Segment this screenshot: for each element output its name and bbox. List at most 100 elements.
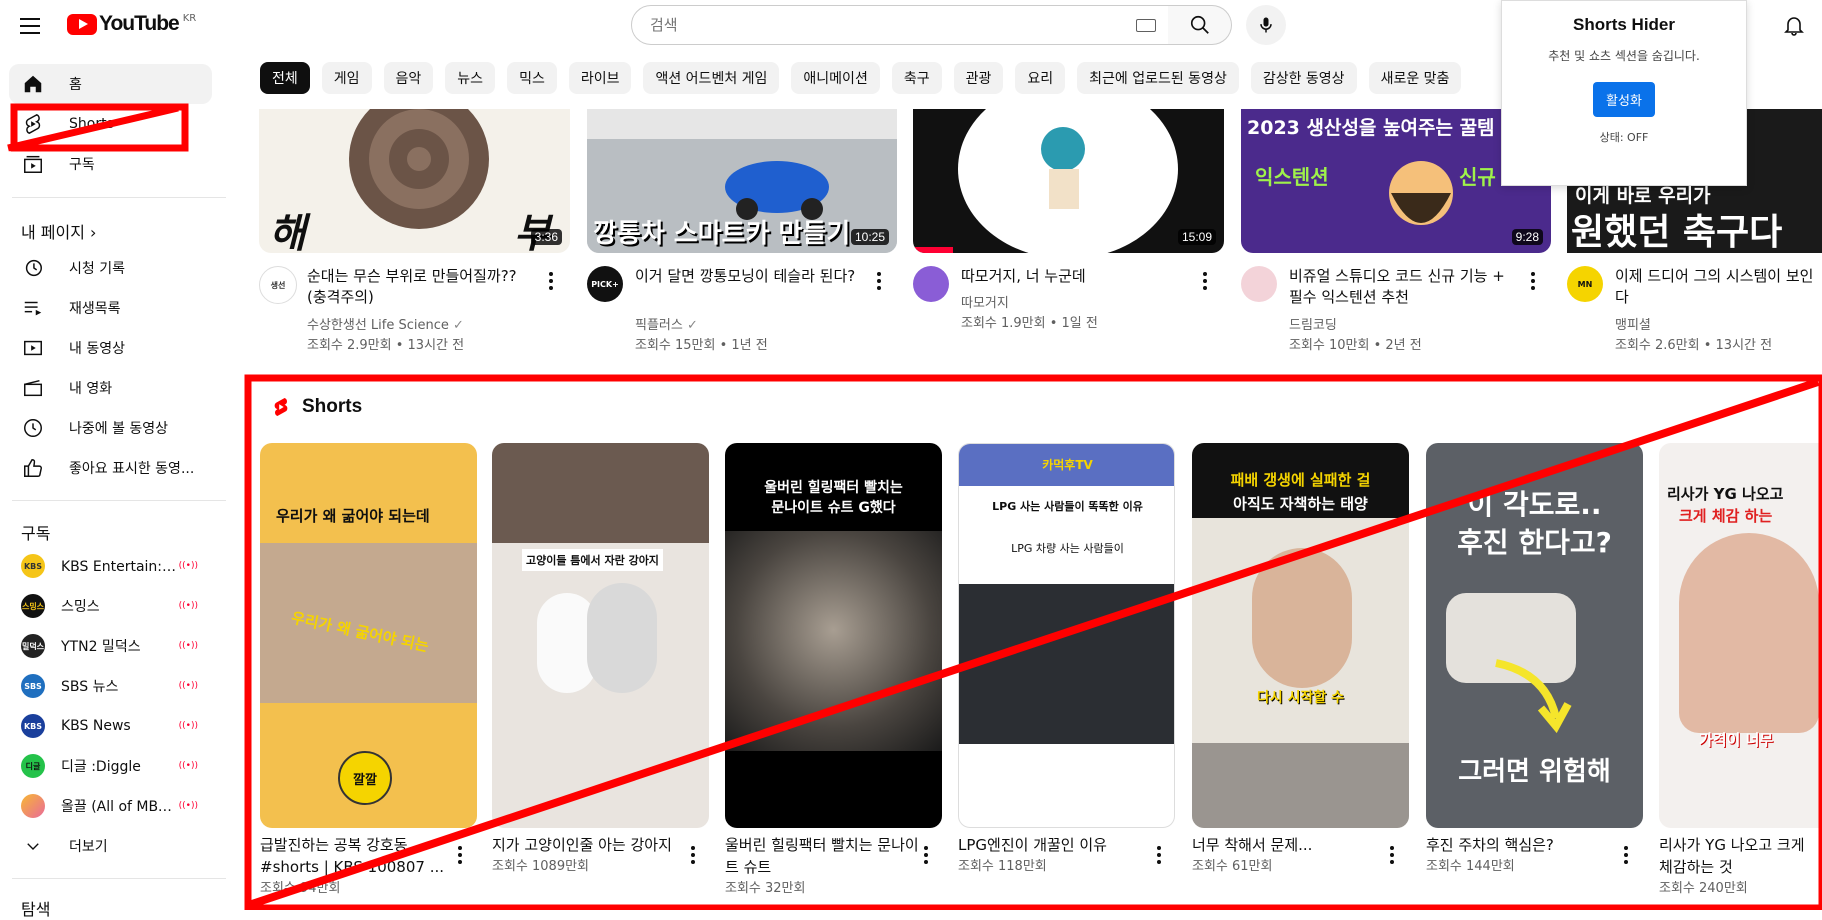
short-info[interactable]: LPG엔진이 개꿀인 이유 조회수 118만회 [958,834,1158,878]
popup-status: 상태: OFF [1599,131,1649,144]
chip[interactable]: 요리 [1015,62,1066,94]
more-options-icon[interactable] [1531,272,1535,290]
chip[interactable]: 라이브 [568,62,632,94]
subscription-item[interactable]: 올끌 (All of MBCI... ((•)) [9,786,212,826]
video-thumbnail[interactable]: 15:09 [913,109,1224,253]
chip[interactable]: 새로운 맞춤 [1368,62,1462,94]
sidebar-item-history[interactable]: 시청 기록 [9,248,212,288]
chip[interactable]: 액션 어드벤처 게임 [643,62,780,94]
video-title[interactable]: 따모거지, 너 누군데 [961,266,1191,287]
more-options-icon[interactable] [691,846,695,864]
sidebar-item-watch-later[interactable]: 나중에 볼 동영상 [9,408,212,448]
show-more-button[interactable]: 더보기 [9,826,212,866]
video-title[interactable]: 순대는 무슨 부위로 만들어질까?? (충격주의) [307,266,537,308]
subscription-item[interactable]: SBS SBS 뉴스 ((•)) [9,666,212,706]
short-thumbnail[interactable]: 패배 갱생에 실패한 걸 아직도 자책하는 태양 다시 시작할 수 [1192,443,1409,828]
mic-icon [1260,17,1272,33]
notifications-bell-icon[interactable] [1782,13,1806,37]
chip[interactable]: 관광 [953,62,1004,94]
video-thumbnail[interactable]: 깡통차 스마트카 만들기 10:25 [587,109,897,253]
video-title[interactable]: 이거 달면 깡통모닝이 테슬라 된다? [635,266,865,287]
short-info[interactable]: 급발진하는 공복 강호동 #shorts | KBS 100807 ... 조회… [260,834,460,900]
short-caption: 카먹후TV [1042,458,1093,472]
short-info[interactable]: 후진 주차의 핵심은? 조회수 144만회 [1426,834,1626,878]
video-thumbnail[interactable]: 해 부 3:36 [259,109,570,253]
menu-icon[interactable] [20,14,44,38]
thumbnail-text: 신규 [1459,165,1496,189]
popup-description: 추천 및 쇼츠 섹션을 숨깁니다. [1548,49,1700,63]
sidebar-item-playlists[interactable]: 재생목록 [9,288,212,328]
sidebar-item-my-videos[interactable]: 내 동영상 [9,328,212,368]
video-title[interactable]: 비쥬얼 스튜디오 코드 신규 기능 + 필수 익스텐션 추천 [1289,266,1519,308]
subscription-item[interactable]: KBS KBS Entertain: 깔... ((•)) [9,546,212,586]
more-options-icon[interactable] [1203,272,1207,290]
sidebar-item-my-movies[interactable]: 내 영화 [9,368,212,408]
channel-avatar[interactable]: 생선 [259,266,297,304]
short-thumbnail[interactable]: 울버린 힐링팩터 빨치는 문나이트 슈트 G했다 [725,443,942,828]
short-caption: 후진 한다고? [1457,526,1612,559]
live-icon: ((•)) [178,561,198,571]
short-thumbnail[interactable]: 우리가 왜 굶어야 되는데 우리가 왜 굶어야 되는 깔깔 [260,443,477,828]
live-icon: ((•)) [178,601,198,611]
channel-avatar [21,794,45,818]
video-duration: 3:36 [530,229,562,245]
short-thumbnail[interactable]: 카먹후TV LPG 사는 사람들이 똑똑한 이유 LPG 차량 사는 사람들이 [958,443,1175,828]
video-title[interactable]: 이제 드디어 그의 시스템이 보인다 [1615,266,1822,308]
search-box[interactable] [631,5,1169,45]
channel-name[interactable]: 따모거지 [961,292,1009,311]
more-options-icon[interactable] [1624,846,1628,864]
subscription-name: KBS News [61,718,131,734]
chip[interactable]: 감상한 동영상 [1250,62,1357,94]
chip[interactable]: 축구 [891,62,942,94]
my-page-heading[interactable]: 내 페이지 › [21,219,96,243]
subscription-item[interactable]: 디글 디글 :Diggle ((•)) [9,746,212,786]
chip[interactable]: 애니메이션 [791,62,880,94]
chip[interactable]: 믹스 [507,62,557,94]
more-options-icon[interactable] [458,846,462,864]
subscription-item[interactable]: 밀덕스 YTN2 밀덕스 ((•)) [9,626,212,666]
more-options-icon[interactable] [1157,846,1161,864]
thumbnail-image [725,531,942,751]
more-options-icon[interactable] [549,272,553,290]
short-info[interactable]: 리사가 YG 나오고 크게 체감하는 것 조회수 240만회 [1659,834,1822,900]
video-channel[interactable]: 픽플러스 ✓ [635,314,698,333]
chip[interactable]: 음악 [383,62,434,94]
sidebar-item-shorts[interactable]: Shorts [9,104,212,144]
more-options-icon[interactable] [1390,846,1394,864]
sidebar-item-subscriptions[interactable]: 구독 [9,144,212,184]
verified-icon: ✓ [453,318,464,333]
short-info[interactable]: 너무 착해서 문제... 조회수 61만회 [1192,834,1392,878]
thumbnail-image [1252,548,1352,688]
channel-avatar[interactable] [1241,266,1277,302]
chip[interactable]: 뉴스 [445,62,496,94]
activate-button[interactable]: 활성화 [1593,82,1655,117]
more-options-icon[interactable] [877,272,881,290]
sidebar-item-liked-videos[interactable]: 좋아요 표시한 동영... [9,448,212,488]
keyboard-icon[interactable] [1136,19,1156,32]
chip[interactable]: 게임 [321,62,372,94]
clock-icon [21,416,45,440]
more-options-icon[interactable] [924,846,928,864]
short-thumbnail[interactable]: 이 각도로.. 후진 한다고? 그러면 위험해 [1426,443,1643,828]
channel-avatar[interactable] [913,266,949,302]
channel-name[interactable]: 맹피셜 [1615,314,1651,333]
search-button[interactable] [1168,5,1232,45]
subscription-item[interactable]: 스밍스 스밍스 ((•)) [9,586,212,626]
short-info[interactable]: 지가 고양이인줄 아는 강아지 조회수 1089만회 [492,834,692,878]
channel-avatar[interactable]: PICK+ [587,266,623,302]
chip[interactable]: 최근에 업로드된 동영상 [1077,62,1239,94]
sidebar-divider [12,500,226,501]
search-input[interactable] [648,15,1092,35]
short-thumbnail[interactable]: 리사가 YG 나오고 크게 체감 하는 가격이 너무 [1659,443,1822,828]
chip-all[interactable]: 전체 [260,62,310,94]
short-info[interactable]: 울버린 힐링팩터 빨치는 문나이트 슈트 조회수 32만회 [725,834,925,900]
subscription-item[interactable]: KBS KBS News ((•)) [9,706,212,746]
short-thumbnail[interactable]: 고양이들 틈에서 자란 강아지 [492,443,709,828]
youtube-logo[interactable]: YouTube KR [67,12,196,36]
voice-search-button[interactable] [1246,5,1286,45]
sidebar-item-home[interactable]: 홈 [9,64,212,104]
video-channel[interactable]: 수상한생선 Life Science ✓ [307,314,464,333]
channel-avatar[interactable]: MN [1567,266,1603,302]
explore-heading: 탐색 [21,900,51,919]
channel-name[interactable]: 드림코딩 [1289,314,1337,333]
